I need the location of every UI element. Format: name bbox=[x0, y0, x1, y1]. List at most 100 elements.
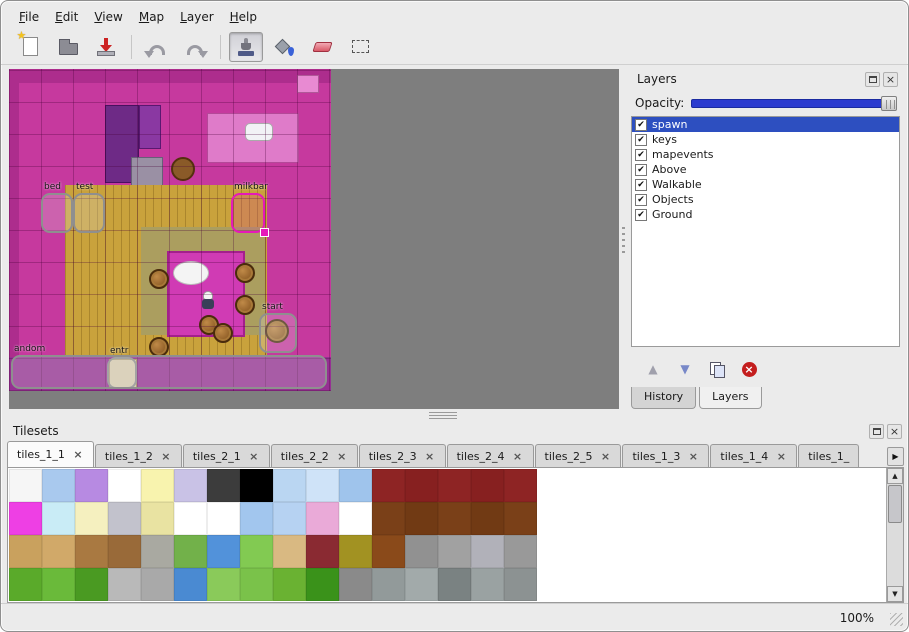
tileset-tile[interactable] bbox=[504, 502, 537, 535]
menu-item-help[interactable]: Help bbox=[222, 7, 265, 27]
tab-close-icon[interactable] bbox=[72, 449, 84, 461]
float-button[interactable] bbox=[869, 424, 884, 439]
map-object-start[interactable]: start bbox=[259, 313, 297, 353]
stamp-brush-button[interactable] bbox=[229, 32, 263, 62]
tileset-tile[interactable] bbox=[273, 568, 306, 601]
tileset-tab-tiles_2_3[interactable]: tiles_2_3 bbox=[359, 444, 446, 467]
layer-row-mapevents[interactable]: mapevents bbox=[632, 147, 899, 162]
tileset-tile[interactable] bbox=[141, 469, 174, 502]
tileset-tab-tiles_1_2[interactable]: tiles_1_2 bbox=[95, 444, 182, 467]
eraser-button[interactable] bbox=[305, 32, 339, 62]
tileset-tile[interactable] bbox=[207, 568, 240, 601]
tileset-tab-tiles_1_1[interactable]: tiles_1_1 bbox=[7, 441, 94, 467]
tileset-tile[interactable] bbox=[240, 502, 273, 535]
redo-button[interactable] bbox=[178, 32, 212, 62]
tileset-tile[interactable] bbox=[471, 568, 504, 601]
tileset-tile[interactable] bbox=[207, 535, 240, 568]
tileset-tile[interactable] bbox=[9, 502, 42, 535]
new-file-button[interactable] bbox=[13, 32, 47, 62]
menu-item-file[interactable]: File bbox=[11, 7, 47, 27]
tileset-tile[interactable] bbox=[42, 568, 75, 601]
save-button[interactable] bbox=[89, 32, 123, 62]
delete-layer-button[interactable] bbox=[739, 359, 759, 379]
tileset-tile[interactable] bbox=[240, 568, 273, 601]
tileset-tile[interactable] bbox=[306, 535, 339, 568]
menu-item-map[interactable]: Map bbox=[131, 7, 172, 27]
layer-visibility-checkbox[interactable] bbox=[635, 179, 647, 191]
float-button[interactable] bbox=[865, 72, 880, 87]
tileset-tile[interactable] bbox=[240, 469, 273, 502]
lower-layer-button[interactable] bbox=[675, 359, 695, 379]
scroll-up-button[interactable]: ▲ bbox=[887, 468, 903, 484]
tileset-tile[interactable] bbox=[504, 469, 537, 502]
layer-row-Objects[interactable]: Objects bbox=[632, 192, 899, 207]
raise-layer-button[interactable] bbox=[643, 359, 663, 379]
tileset-tile[interactable] bbox=[372, 568, 405, 601]
tab-close-icon[interactable] bbox=[687, 450, 699, 462]
tileset-tile[interactable] bbox=[339, 568, 372, 601]
tileset-tile[interactable] bbox=[438, 502, 471, 535]
resize-grip[interactable] bbox=[890, 613, 903, 626]
close-button[interactable] bbox=[887, 424, 902, 439]
scroll-down-button[interactable]: ▼ bbox=[887, 586, 903, 602]
layer-row-spawn[interactable]: spawn bbox=[632, 117, 899, 132]
tileset-tile[interactable] bbox=[306, 469, 339, 502]
map-view[interactable]: bedtestmilkbarstartentrandom bbox=[9, 69, 619, 409]
tileset-tile[interactable] bbox=[42, 535, 75, 568]
tileset-tile[interactable] bbox=[405, 502, 438, 535]
tileset-tile[interactable] bbox=[504, 535, 537, 568]
tab-close-icon[interactable] bbox=[599, 450, 611, 462]
tileset-tile[interactable] bbox=[141, 502, 174, 535]
tileset-tab-tiles_1_[interactable]: tiles_1_ bbox=[798, 444, 859, 467]
tileset-tile[interactable] bbox=[141, 535, 174, 568]
tileset-tile[interactable] bbox=[75, 535, 108, 568]
tab-close-icon[interactable] bbox=[512, 450, 524, 462]
menu-item-view[interactable]: View bbox=[86, 7, 130, 27]
tab-scroll-right-button[interactable] bbox=[887, 447, 904, 466]
open-file-button[interactable] bbox=[51, 32, 85, 62]
tileset-tile[interactable] bbox=[405, 568, 438, 601]
layer-visibility-checkbox[interactable] bbox=[635, 164, 647, 176]
tab-close-icon[interactable] bbox=[160, 450, 172, 462]
tileset-tile[interactable] bbox=[42, 469, 75, 502]
tileset-tile[interactable] bbox=[141, 568, 174, 601]
tileset-tile[interactable] bbox=[504, 568, 537, 601]
bucket-fill-button[interactable] bbox=[267, 32, 301, 62]
tileset-tile[interactable] bbox=[174, 469, 207, 502]
tileset-tile[interactable] bbox=[108, 535, 141, 568]
dock-tab-history[interactable]: History bbox=[631, 387, 696, 409]
tileset-tile[interactable] bbox=[405, 469, 438, 502]
tileset-tab-tiles_1_3[interactable]: tiles_1_3 bbox=[622, 444, 709, 467]
menu-item-edit[interactable]: Edit bbox=[47, 7, 86, 27]
layer-visibility-checkbox[interactable] bbox=[635, 134, 647, 146]
select-button[interactable] bbox=[343, 32, 377, 62]
menu-item-layer[interactable]: Layer bbox=[172, 7, 221, 27]
tileset-tile[interactable] bbox=[240, 535, 273, 568]
layer-row-Ground[interactable]: Ground bbox=[632, 207, 899, 222]
tileset-tab-tiles_2_5[interactable]: tiles_2_5 bbox=[535, 444, 622, 467]
tileset-tile[interactable] bbox=[273, 469, 306, 502]
tileset-tile[interactable] bbox=[108, 568, 141, 601]
layer-row-Walkable[interactable]: Walkable bbox=[632, 177, 899, 192]
tileset-scrollbar[interactable]: ▲ ▼ bbox=[886, 468, 903, 602]
tileset-tile[interactable] bbox=[174, 502, 207, 535]
map-object-bed[interactable]: bed bbox=[41, 193, 73, 233]
tileset-tile[interactable] bbox=[108, 469, 141, 502]
tab-close-icon[interactable] bbox=[336, 450, 348, 462]
undo-button[interactable] bbox=[140, 32, 174, 62]
tileset-tile[interactable] bbox=[9, 535, 42, 568]
tileset-tile[interactable] bbox=[207, 502, 240, 535]
tileset-tile[interactable] bbox=[438, 568, 471, 601]
opacity-slider-handle[interactable] bbox=[881, 96, 897, 111]
tileset-tile[interactable] bbox=[339, 502, 372, 535]
map-object-milkbar[interactable]: milkbar bbox=[231, 193, 265, 233]
layer-row-keys[interactable]: keys bbox=[632, 132, 899, 147]
opacity-slider[interactable] bbox=[691, 99, 897, 108]
tileset-tile[interactable] bbox=[174, 535, 207, 568]
layer-visibility-checkbox[interactable] bbox=[635, 209, 647, 221]
tileset-tile[interactable] bbox=[9, 568, 42, 601]
map-object-andom[interactable]: andom bbox=[11, 355, 327, 389]
tileset-tab-tiles_2_4[interactable]: tiles_2_4 bbox=[447, 444, 534, 467]
tileset-tile[interactable] bbox=[174, 568, 207, 601]
tileset-tile[interactable] bbox=[75, 469, 108, 502]
